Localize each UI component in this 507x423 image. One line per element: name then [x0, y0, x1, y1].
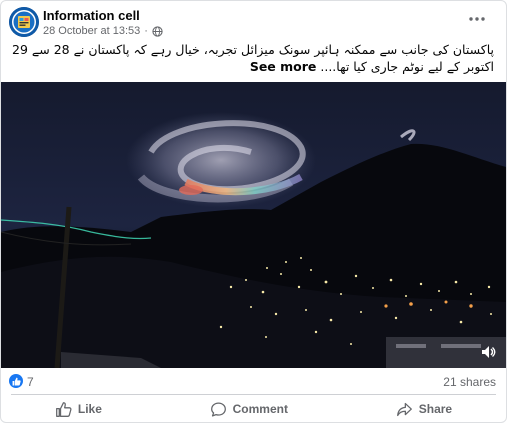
share-arrow-icon [396, 402, 412, 416]
like-reaction-icon[interactable] [9, 374, 23, 388]
comment-icon [210, 401, 226, 417]
post-header: Information cell 28 October at 13:53 · [1, 1, 506, 41]
reaction-stats: 7 21 shares [1, 371, 506, 393]
more-options-icon[interactable] [466, 11, 488, 27]
divider [11, 394, 496, 395]
page-avatar[interactable] [9, 7, 39, 37]
post-text: پاکستان کی جانب سے ممکنہ ہائپر سونک میزا… [11, 41, 494, 75]
like-label: Like [77, 402, 102, 416]
share-count[interactable]: 21 shares [443, 375, 496, 389]
share-label: Share [418, 402, 453, 416]
globe-icon [152, 25, 163, 37]
volume-icon[interactable] [480, 344, 496, 360]
post-date[interactable]: 28 October at 13:53 [43, 25, 140, 37]
reaction-count[interactable]: 7 [27, 375, 34, 389]
action-bar: Like Comment Share [1, 397, 506, 421]
comment-label: Comment [232, 402, 288, 416]
like-button[interactable]: Like [47, 399, 110, 420]
see-more-link[interactable]: See more [250, 59, 317, 74]
page-name[interactable]: Information cell [43, 8, 140, 23]
post-meta: 28 October at 13:53 · [43, 25, 163, 37]
feed-post: Information cell 28 October at 13:53 · پ… [0, 0, 507, 423]
share-button[interactable]: Share [388, 399, 460, 420]
post-video[interactable] [1, 82, 506, 368]
comment-button[interactable]: Comment [202, 399, 296, 420]
video-frame [1, 82, 506, 368]
thumbs-up-icon [55, 401, 72, 417]
separator-dot: · [144, 25, 148, 37]
page-logo-icon [9, 7, 39, 37]
